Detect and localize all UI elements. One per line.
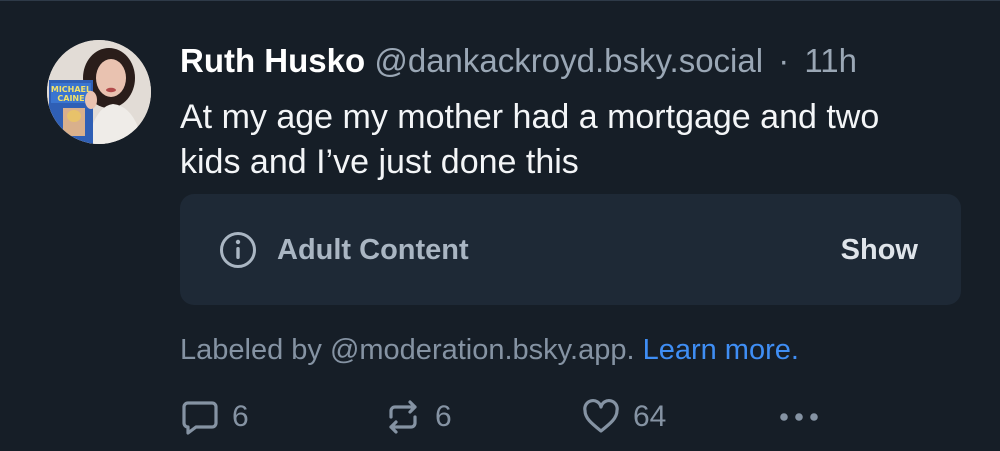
post-text: At my age my mother had a mortgage and t… — [180, 98, 880, 181]
reply-button[interactable]: 6 — [180, 395, 249, 439]
moderation-label-note: Labeled by @moderation.bsky.app. Learn m… — [180, 331, 799, 369]
post-header: Ruth Husko @dankackroyd.bsky.social · 11… — [180, 39, 857, 83]
repost-icon — [389, 400, 417, 434]
book-title-line2: CAINE — [57, 94, 84, 103]
repost-button[interactable]: 6 — [383, 395, 452, 439]
post-actions: 6 6 64 — [180, 395, 830, 439]
reply-count: 6 — [232, 400, 249, 433]
reply-icon — [182, 401, 218, 435]
content-warning-card[interactable]: Adult Content Show — [180, 194, 961, 305]
separator-dot: · — [778, 42, 790, 79]
labeled-by-text: Labeled by @moderation.bsky.app. — [180, 334, 635, 366]
learn-more-link[interactable]: Learn more. — [643, 334, 799, 366]
heart-icon — [583, 398, 619, 433]
like-button[interactable]: 64 — [581, 395, 666, 439]
more-options-button[interactable] — [776, 395, 822, 439]
author-handle[interactable]: @dankackroyd.bsky.social — [374, 42, 763, 79]
post[interactable]: MICHAEL CAINE Ruth Husko @dankackroyd.bs… — [0, 0, 1000, 451]
info-icon — [220, 232, 256, 268]
repost-count: 6 — [435, 400, 452, 433]
show-content-button[interactable]: Show — [841, 231, 918, 269]
avatar-image: MICHAEL CAINE — [47, 40, 151, 144]
content-warning-label: Adult Content — [277, 234, 469, 266]
avatar[interactable]: MICHAEL CAINE — [47, 40, 151, 144]
book-title-line1: MICHAEL — [51, 85, 91, 94]
author-display-name[interactable]: Ruth Husko — [180, 42, 365, 79]
ellipsis-icon — [780, 413, 818, 421]
post-timestamp[interactable]: 11h — [804, 42, 857, 79]
like-count: 64 — [633, 400, 667, 433]
